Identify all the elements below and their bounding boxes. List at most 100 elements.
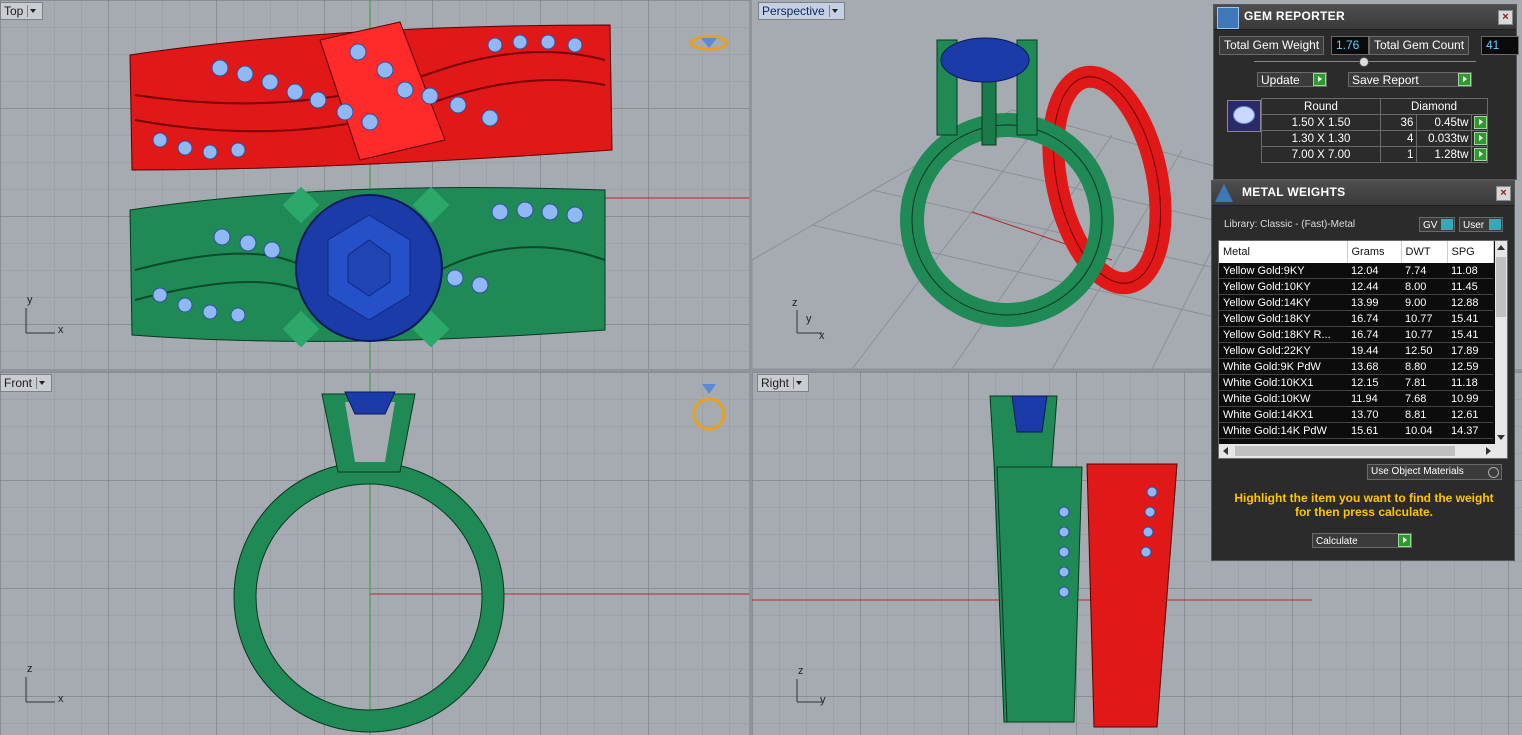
row-select-button[interactable] — [1471, 114, 1488, 131]
scroll-thumb[interactable] — [1496, 257, 1506, 317]
close-icon[interactable]: × — [1498, 10, 1513, 25]
scroll-down-arrow[interactable] — [1497, 435, 1505, 440]
table-row[interactable]: White Gold:10KX1 12.15 7.81 11.18 — [1219, 374, 1493, 391]
spg: 14.37 — [1447, 422, 1493, 439]
metal-table-container[interactable]: Metal Grams DWT SPG Yellow Gold:9KY 12.04… — [1218, 240, 1508, 459]
viewport-top[interactable]: Top y x — [0, 0, 749, 369]
table-row[interactable]: Yellow Gold:14KY 13.99 9.00 12.88 — [1219, 294, 1493, 311]
viewport-label-top[interactable]: Top — [0, 2, 44, 20]
calculate-button[interactable]: Calculate — [1312, 533, 1412, 548]
gem-weight: 0.033tw — [1416, 130, 1473, 147]
table-row[interactable]: White Gold:14K PdW 15.61 10.04 14.37 — [1219, 422, 1493, 439]
user-label: User — [1463, 220, 1485, 231]
radio-icon — [1488, 467, 1499, 478]
calculate-label: Calculate — [1316, 536, 1358, 547]
table-row[interactable]: Yellow Gold:22KY 19.44 12.50 17.89 — [1219, 342, 1493, 359]
table-row[interactable]: Yellow Gold:18KY 16.74 10.77 15.41 — [1219, 310, 1493, 327]
grams: 12.15 — [1347, 374, 1401, 391]
dwt: 7.74 — [1401, 263, 1447, 279]
user-toggle[interactable]: User — [1459, 217, 1503, 232]
metal-weights-titlebar[interactable]: METAL WEIGHTS × — [1212, 181, 1514, 206]
column-header-spg[interactable]: SPG — [1447, 241, 1494, 263]
metal-name: White Gold:10KW — [1219, 390, 1347, 407]
gv-label: GV — [1423, 220, 1438, 231]
viewport-title: Perspective — [762, 4, 825, 18]
update-button[interactable]: Update — [1257, 72, 1327, 87]
axis-y-label: y — [806, 313, 812, 325]
column-header-metal[interactable]: Metal — [1219, 241, 1348, 263]
horizontal-scrollbar[interactable] — [1219, 444, 1507, 458]
dwt: 12.50 — [1401, 342, 1447, 359]
gem-reporter-titlebar[interactable]: GEM REPORTER × — [1214, 5, 1516, 30]
grams: 19.44 — [1347, 342, 1401, 359]
slider-handle[interactable] — [1359, 57, 1369, 67]
grams: 12.44 — [1347, 278, 1401, 295]
chevron-down-icon[interactable] — [27, 5, 39, 17]
library-label: Library: Classic - (Fast)-Metal — [1224, 219, 1356, 230]
viewport-label-perspective[interactable]: Perspective — [758, 2, 845, 20]
play-icon — [1313, 73, 1326, 86]
spg: 15.41 — [1447, 310, 1493, 327]
weight-slider[interactable] — [1254, 57, 1476, 67]
axis-x-label: x — [58, 324, 64, 336]
top-view-render — [25, 0, 749, 369]
table-row[interactable]: White Gold:10KW 11.94 7.68 10.99 — [1219, 390, 1493, 407]
vertical-scrollbar[interactable] — [1495, 241, 1507, 444]
metal-name: Yellow Gold:18KY R... — [1219, 326, 1347, 343]
metal-name: White Gold:10KX1 — [1219, 374, 1347, 391]
info-icon — [1441, 219, 1453, 230]
scroll-left-arrow[interactable] — [1223, 447, 1228, 455]
viewport-label-right[interactable]: Right — [757, 374, 810, 392]
spg: 10.99 — [1447, 390, 1493, 407]
save-report-button[interactable]: Save Report — [1348, 72, 1472, 87]
table-row[interactable]: Yellow Gold:9KY 12.04 7.74 11.08 — [1219, 263, 1493, 279]
total-gem-weight-value: 1.76 — [1331, 36, 1369, 55]
chevron-down-icon[interactable] — [828, 5, 841, 17]
gem-size: 1.50 X 1.50 — [1261, 114, 1381, 131]
use-object-materials-toggle[interactable]: Use Object Materials — [1367, 464, 1502, 480]
gv-toggle[interactable]: GV — [1419, 217, 1455, 232]
grams: 16.74 — [1347, 326, 1401, 343]
instruction-text: Highlight the item you want to find the … — [1234, 491, 1494, 519]
table-row[interactable]: Yellow Gold:18KY R... 16.74 10.77 15.41 — [1219, 326, 1493, 343]
axis-z-label: z — [27, 663, 33, 675]
table-row[interactable]: 1.30 X 1.30 4 0.033tw — [1261, 130, 1488, 147]
close-icon[interactable]: × — [1496, 186, 1511, 201]
green-ring-front — [233, 391, 505, 733]
gem-weight: 0.45tw — [1416, 114, 1473, 131]
scroll-right-arrow[interactable] — [1486, 447, 1491, 455]
gem-count: 1 — [1379, 146, 1418, 163]
scroll-up-arrow[interactable] — [1497, 245, 1505, 250]
table-row[interactable]: White Gold:14KX1 13.70 8.81 12.61 — [1219, 406, 1493, 423]
table-row[interactable]: 1.50 X 1.50 36 0.45tw — [1261, 114, 1488, 131]
table-row[interactable]: White Gold:9K PdW 13.68 8.80 12.59 — [1219, 358, 1493, 375]
spg: 17.89 — [1447, 342, 1493, 359]
grams: 13.99 — [1347, 294, 1401, 311]
sapphire-top — [295, 194, 443, 342]
axis-x-label: x — [819, 330, 825, 342]
table-row[interactable]: 7.00 X 7.00 1 1.28tw — [1261, 146, 1488, 163]
chevron-down-icon[interactable] — [36, 377, 48, 389]
column-header-dwt[interactable]: DWT — [1401, 241, 1448, 263]
chevron-down-icon[interactable] — [793, 377, 805, 389]
play-icon — [1458, 73, 1471, 86]
red-ring-perspective — [1042, 65, 1172, 295]
gem-reporter-panel: GEM REPORTER × Total Gem Weight 1.76 Tot… — [1213, 4, 1519, 180]
column-header-grams[interactable]: Grams — [1347, 241, 1402, 263]
spg: 12.59 — [1447, 358, 1493, 375]
viewport-label-front[interactable]: Front — [0, 374, 53, 392]
gem-reporter-icon — [1217, 7, 1239, 29]
viewport-title: Front — [4, 376, 33, 390]
total-gem-count-value: 41 — [1481, 36, 1519, 55]
table-row[interactable]: Yellow Gold:10KY 12.44 8.00 11.45 — [1219, 278, 1493, 295]
metal-name: White Gold:14KX1 — [1219, 406, 1347, 423]
row-select-button[interactable] — [1471, 130, 1488, 147]
axis-x-label: x — [58, 693, 64, 705]
scroll-thumb-horizontal[interactable] — [1235, 446, 1455, 456]
metal-weights-panel: METAL WEIGHTS × Library: Classic - (Fast… — [1211, 180, 1515, 561]
viewport-title: Right — [761, 376, 790, 390]
viewport-front[interactable]: Front z x — [0, 372, 749, 735]
dwt: 10.77 — [1401, 310, 1447, 327]
row-select-button[interactable] — [1471, 146, 1488, 163]
ring-profile-icon — [692, 384, 726, 431]
